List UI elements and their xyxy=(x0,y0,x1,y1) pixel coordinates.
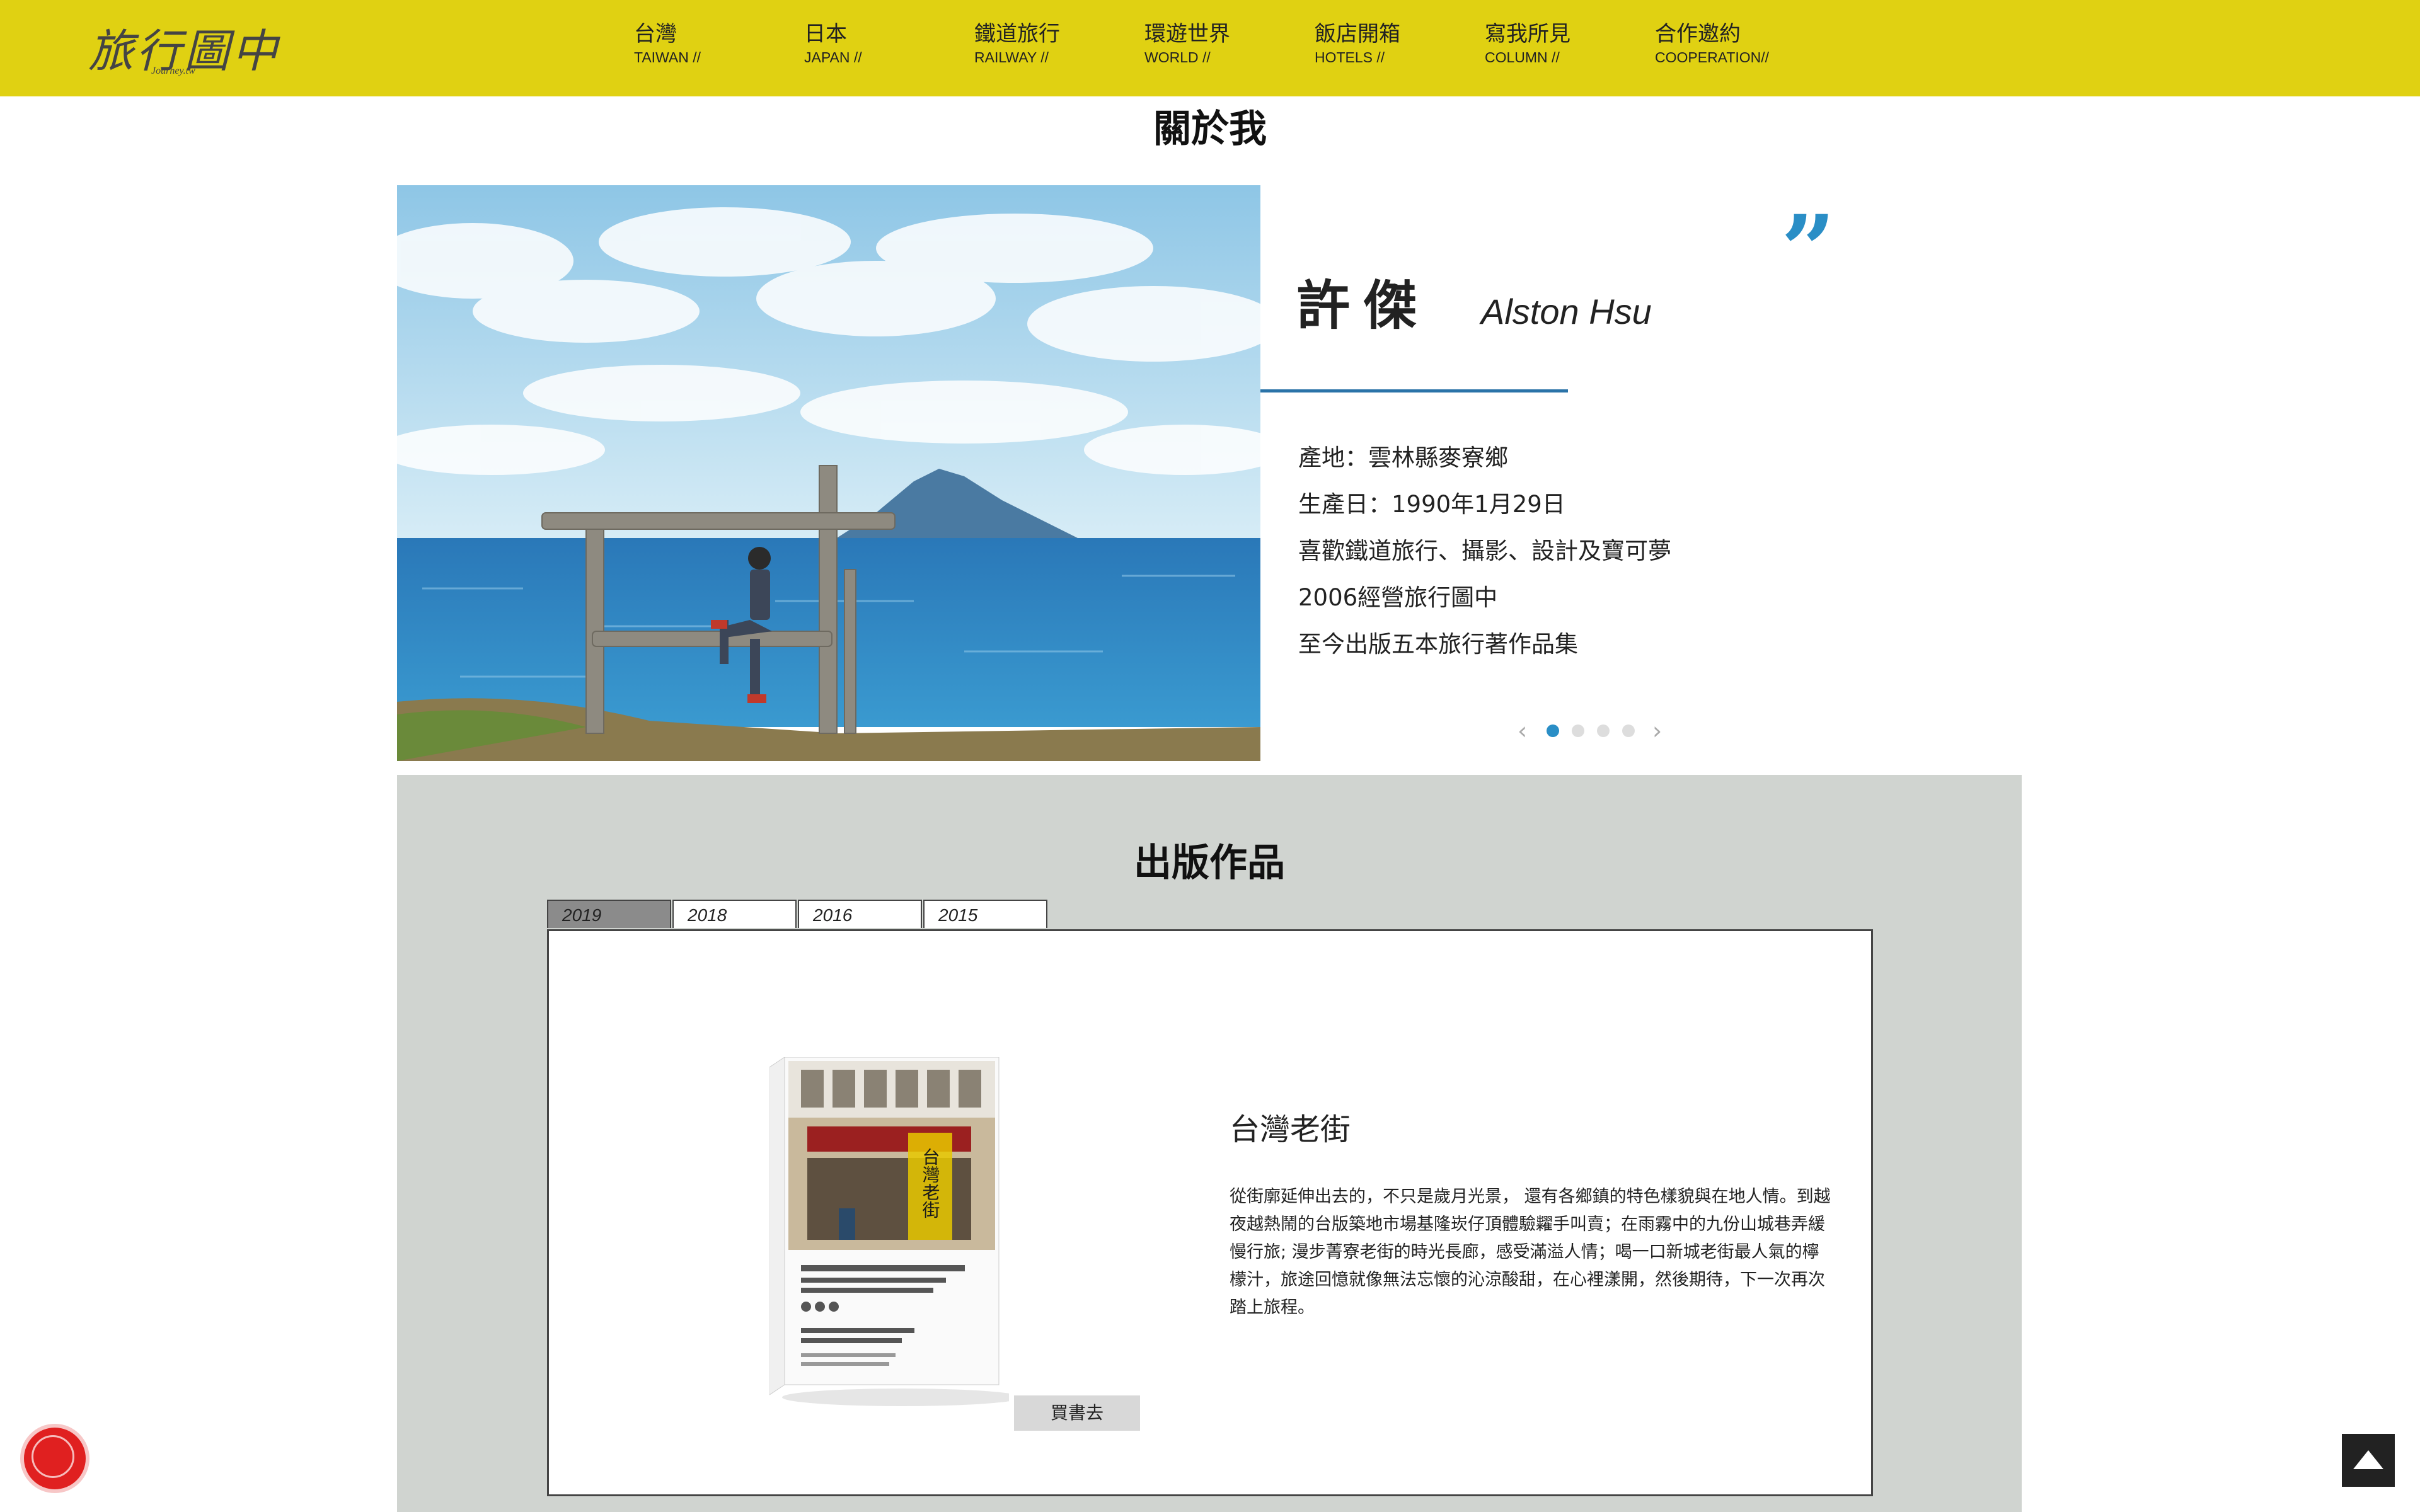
nav-label: 寫我所見 xyxy=(1485,21,1570,47)
carousel-controls: ‹ › xyxy=(1518,718,1669,743)
logo-subtext: Journey.tw xyxy=(151,66,195,76)
top-navigation-bar: 旅行圖中 Journey.tw 台灣 TAIWAN // 日本 JAPAN //… xyxy=(0,0,2420,96)
bio-item: 2006經營旅行圖中 xyxy=(1298,584,1498,611)
seaside-landscape-image xyxy=(397,185,1260,761)
tab-2016[interactable]: 2016 xyxy=(798,900,922,928)
notification-bell-icon[interactable] xyxy=(24,1428,86,1489)
name-divider xyxy=(1260,389,1568,392)
nav-item-japan[interactable]: 日本 JAPAN // xyxy=(804,20,862,71)
book-description: 從街廓延伸出去的，不只是歲月光景， 還有各鄉鎮的特色樣貌與在地人情。到越夜越熱鬧… xyxy=(1230,1187,1831,1317)
nav-sublabel: RAILWAY // xyxy=(974,49,1049,66)
notification-ring xyxy=(32,1435,74,1478)
bio-item: 產地：雲林縣麥寮鄉 xyxy=(1298,444,1508,471)
nav-label: 日本 xyxy=(804,21,847,47)
author-name-english: Alston Hsu xyxy=(1481,292,1652,331)
chevron-right-icon[interactable]: › xyxy=(1652,718,1662,743)
nav-item-column[interactable]: 寫我所見 COLUMN // xyxy=(1485,20,1570,71)
quote-mark: ” xyxy=(1781,195,1836,306)
nav-item-railway[interactable]: 鐵道旅行 RAILWAY // xyxy=(974,20,1060,71)
book-title: 台灣老街 xyxy=(1230,1112,1351,1147)
nav-label: 合作邀約 xyxy=(1655,21,1741,47)
tab-2015[interactable]: 2015 xyxy=(923,900,1047,928)
tab-2018[interactable]: 2018 xyxy=(672,900,797,928)
nav-item-taiwan[interactable]: 台灣 TAIWAN // xyxy=(634,20,701,71)
publications-section: 出版作品 2019 2018 2016 2015 台灣老街 買書去 台灣老街 從… xyxy=(397,775,2022,1512)
back-to-top-button[interactable] xyxy=(2342,1434,2395,1487)
bio-item: 至今出版五本旅行著作品集 xyxy=(1298,631,1578,658)
publication-panel: 台灣老街 買書去 台灣老街 從街廓延伸出去的，不只是歲月光景， 還有各鄉鎮的特色… xyxy=(547,929,1873,1496)
nav-sublabel: WORLD // xyxy=(1144,49,1211,66)
carousel-dot-2[interactable] xyxy=(1572,724,1584,737)
bio-item: 喜歡鐵道旅行、攝影、設計及寶可夢 xyxy=(1298,537,1671,564)
author-name-chinese: 許傑 xyxy=(1297,275,1431,336)
book-cover[interactable]: 台灣老街 xyxy=(769,1057,1022,1410)
publications-title: 出版作品 xyxy=(1134,841,1285,885)
hero-photo xyxy=(397,185,1260,761)
nav-item-world[interactable]: 環遊世界 WORLD // xyxy=(1144,20,1230,71)
nav-label: 飯店開箱 xyxy=(1315,21,1400,47)
nav-label: 鐵道旅行 xyxy=(974,21,1060,47)
chevron-left-icon[interactable]: ‹ xyxy=(1518,718,1527,743)
bio-item: 生產日：1990年1月29日 xyxy=(1298,491,1565,518)
nav-sublabel: JAPAN // xyxy=(804,49,862,66)
nav-sublabel: TAIWAN // xyxy=(634,49,701,66)
nav-sublabel: HOTELS // xyxy=(1315,49,1385,66)
nav-item-hotels[interactable]: 飯店開箱 HOTELS // xyxy=(1315,20,1400,71)
carousel-dot-4[interactable] xyxy=(1622,724,1635,737)
book-cover-image: 台灣老街 xyxy=(769,1057,1022,1406)
carousel-dot-3[interactable] xyxy=(1597,724,1610,737)
nav-item-cooperation[interactable]: 合作邀約 COOPERATION// xyxy=(1655,20,1769,71)
buy-book-button[interactable]: 買書去 xyxy=(1014,1395,1140,1431)
site-logo[interactable]: 旅行圖中 Journey.tw xyxy=(88,14,277,83)
book-cover-title: 台灣老街 xyxy=(920,1148,941,1218)
bio-list: 產地：雲林縣麥寮鄉 生產日：1990年1月29日 喜歡鐵道旅行、攝影、設計及寶可… xyxy=(1298,435,1671,668)
nav-sublabel: COOPERATION// xyxy=(1655,49,1770,66)
arrow-up-icon xyxy=(2353,1450,2383,1469)
nav-sublabel: COLUMN // xyxy=(1485,49,1560,66)
nav-label: 台灣 xyxy=(634,21,677,47)
nav-label: 環遊世界 xyxy=(1144,21,1230,47)
about-title: 關於我 xyxy=(1153,107,1267,151)
tab-2019[interactable]: 2019 xyxy=(547,900,671,928)
carousel-dot-1[interactable] xyxy=(1547,724,1559,737)
